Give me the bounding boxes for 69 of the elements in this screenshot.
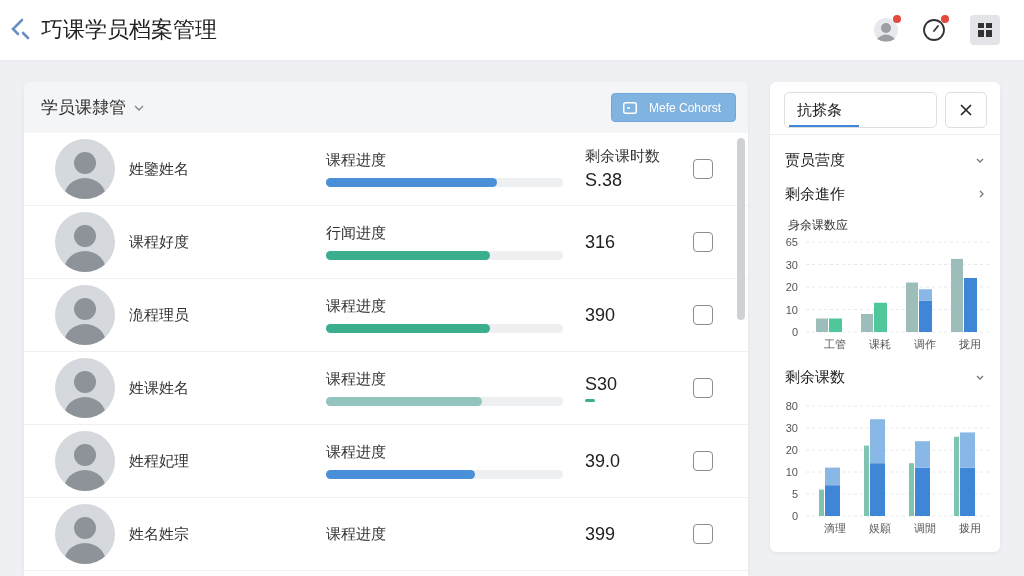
close-button[interactable] [945,92,987,128]
avatar-icon [55,358,115,418]
axis-label: 0 [791,326,798,338]
axis-label: 20 [785,281,798,293]
remaining-hours: 390 [585,304,616,326]
checkbox[interactable] [693,524,713,544]
checkbox[interactable] [693,451,713,471]
scrollbar-thumb[interactable] [737,138,745,320]
category-label: 工管 [823,338,846,350]
avatar-icon [55,285,115,345]
progress-label: 课程进度 [326,524,387,544]
axis-label: 65 [785,236,798,248]
axis-label: 0 [791,510,798,522]
chevron-down-icon[interactable] [134,104,144,111]
axis-label: 30 [785,258,798,271]
checkbox[interactable] [693,232,713,252]
axis-label: 20 [785,444,798,456]
remaining-hours: 399 [585,523,616,545]
student-name: 姓名姓宗 [129,524,190,544]
remaining-hours: S.38 [585,170,623,191]
student-name: 姓鑒姓名 [129,159,190,179]
filter-section[interactable]: 剩余進作 [770,177,1000,211]
avatar-icon[interactable] [874,18,898,42]
category-label: 课耗 [868,338,891,350]
remaining-hours: S30 [585,374,618,395]
progress-label: 课程进度 [326,297,387,316]
progress-label: 课程进度 [326,151,387,170]
bar [829,318,842,332]
avatar-icon [55,431,115,491]
chart-title: 身余课数应 [787,217,849,234]
category-label: 娱願 [868,522,891,534]
axis-label: 30 [785,422,798,434]
axis-label: 80 [785,400,798,412]
student-name: 洈程理员 [129,305,190,325]
checkbox[interactable] [693,378,713,398]
remaining-label: 剩余课时数 [585,147,660,166]
window-icon [622,101,637,114]
progress-label: 课程进度 [326,370,387,389]
category-label: 调閒 [913,522,936,534]
student-name: 课程好度 [129,232,190,252]
logo-icon [10,18,32,42]
progress-label: 课程进度 [326,443,387,462]
remaining-hours: 39.0 [585,450,621,472]
category-label: 滴理 [823,522,846,534]
avatar-icon [55,504,115,564]
bar [816,318,828,332]
filter-section[interactable]: 贾员营度 [770,143,1000,177]
bar [964,278,977,332]
axis-label: 10 [785,303,798,316]
remaining-hours: 316 [585,231,616,253]
student-name: 姓程妃理 [129,451,190,471]
category-label: 拨用 [958,522,981,534]
progress-label: 行闻进度 [326,224,387,243]
category-label: 调作 [913,338,936,350]
avatar-icon [55,212,115,272]
app-title: 巧课学员档案管理 [41,16,217,44]
axis-label: 5 [791,488,798,500]
checkbox[interactable] [693,305,713,325]
panel-title: 学员课隸管 [41,97,126,119]
chart-section-header[interactable]: 剩余课数 [770,360,1000,394]
checkbox[interactable] [693,159,713,179]
axis-label: 10 [785,466,798,478]
avatar-icon [55,139,115,199]
grid-icon[interactable] [970,15,1000,45]
student-name: 姓课姓名 [129,378,190,398]
gauge-icon[interactable] [922,18,946,42]
close-icon [960,104,972,116]
category-label: 拢用 [958,338,981,350]
search-field[interactable]: 抗搽条 [784,92,937,128]
